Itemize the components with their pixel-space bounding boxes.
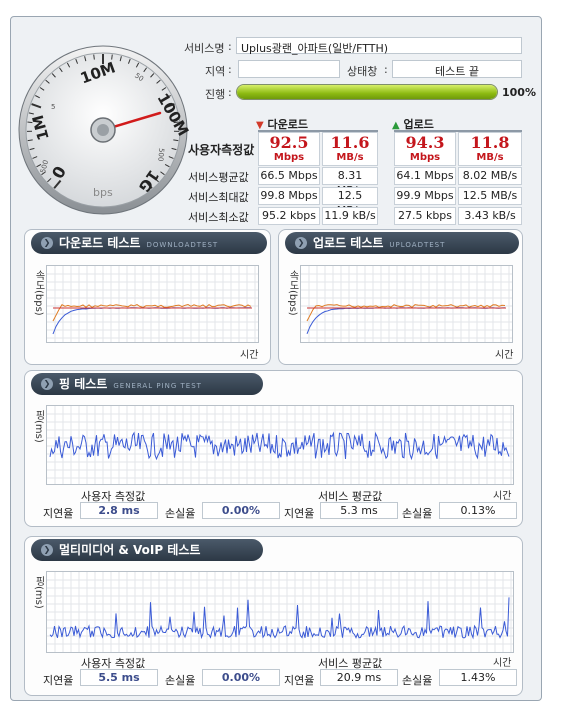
download-test-tab: ❯다운로드 테스트DOWNLOADTEST (31, 232, 267, 254)
gauge-minor-500b: 500 (156, 148, 165, 162)
download-y-label: 속도(bps) (31, 270, 46, 316)
progress-label: 진행 (205, 86, 225, 102)
voip-avg-latency-label: 지연율 (284, 672, 314, 688)
download-user-mbps: 92.5Mbps (258, 132, 320, 166)
chevron-right-icon: ❯ (295, 237, 307, 249)
stat-cell: 66.5 Mbps (258, 167, 320, 185)
ping-avg-latency: 5.3 ms (320, 502, 398, 519)
stat-row-label: 서비스평균값 (188, 169, 249, 185)
stat-cell: 99.9 Mbps (394, 187, 456, 205)
ping-user-loss: 0.00% (202, 502, 280, 519)
ping-avg-loss: 0.13% (439, 502, 517, 519)
stat-cell: 3.43 kB/s (458, 207, 522, 225)
service-name-label: 서비스명 (184, 40, 224, 56)
status-label: 상태창 (347, 63, 377, 79)
voip-user-latency: 5.5 ms (80, 669, 158, 686)
voip-user-latency-label: 지연율 (43, 672, 73, 688)
speed-gauge: 0 1M 10M 100M 1G 500 5 50 500 bps (17, 26, 192, 224)
stat-cell: 27.5 kbps (394, 207, 456, 225)
stat-row-label: 서비스최소값 (188, 209, 249, 225)
progress-percent: 100% (502, 86, 536, 99)
progress-bar (236, 84, 498, 100)
ping-user-loss-label: 손실율 (165, 505, 195, 521)
gauge-minor-5: 5 (51, 103, 55, 111)
region-field (238, 60, 340, 78)
upload-chart (300, 265, 513, 343)
region-label: 지역 (205, 63, 225, 79)
stat-row-label: 서비스최대값 (188, 189, 249, 205)
user-measured-label: 사용자측정값 (188, 141, 254, 158)
download-user-mbs: 11.6MB/s (322, 132, 378, 166)
ping-chart (46, 405, 514, 485)
gauge-unit: bps (93, 186, 113, 199)
ping-avg-loss-label: 손실율 (402, 505, 432, 521)
voip-test-tab: ❯멀티미디어 & VoIP 테스트 (31, 539, 263, 561)
voip-chart (46, 571, 514, 653)
download-chart (46, 265, 259, 343)
upload-test-tab: ❯업로드 테스트UPLOADTEST (285, 232, 519, 254)
voip-user-loss: 0.00% (202, 669, 280, 686)
gauge-tick (94, 55, 95, 60)
download-x-label: 시간 (240, 346, 258, 361)
voip-y-label: 핑(ms) (31, 576, 46, 609)
chevron-right-icon: ❯ (41, 378, 53, 390)
upload-x-label: 시간 (495, 346, 513, 361)
stat-cell: 99.8 Mbps (258, 187, 320, 205)
ping-y-label: 핑(ms) (31, 410, 46, 443)
ping-user-latency-label: 지연율 (43, 505, 73, 521)
voip-user-loss-label: 손실율 (165, 672, 195, 688)
ping-test-tab: ❯핑 테스트GENERAL PING TEST (31, 373, 263, 395)
status-field: 테스트 끝 (392, 60, 522, 78)
chevron-right-icon: ❯ (41, 544, 53, 556)
avg-speed-line (307, 305, 505, 321)
chevron-right-icon: ❯ (41, 237, 53, 249)
gauge-tick (173, 140, 178, 141)
stat-cell: 8.31 MB/s (322, 167, 378, 185)
gauge-tick (28, 140, 33, 141)
voip-avg-latency: 20.9 ms (320, 669, 398, 686)
upload-user-mbs: 11.8MB/s (458, 132, 522, 166)
stat-cell: 95.2 kbps (258, 207, 320, 225)
upload-user-mbps: 94.3Mbps (394, 132, 456, 166)
avg-speed-line (53, 305, 251, 322)
ping-user-latency: 2.8 ms (80, 502, 158, 519)
stat-cell: 8.02 MB/s (458, 167, 522, 185)
stat-cell: 12.5 MB/s (458, 187, 522, 205)
speedtest-window: 0 1M 10M 100M 1G 500 5 50 500 bps 서비스명 :… (0, 0, 563, 699)
voip-avg-loss: 1.43% (439, 669, 517, 686)
service-name-field: Uplus광랜_아파트(일반/FTTH) (236, 37, 522, 54)
stat-cell: 64.1 Mbps (394, 167, 456, 185)
stat-cell: 12.5 MB/s (322, 187, 378, 205)
ping-avg-latency-label: 지연율 (284, 505, 314, 521)
upload-header: ▲ 업로드 (392, 116, 434, 130)
voip-avg-loss-label: 손실율 (402, 672, 432, 688)
ping-x-label: 시간 (493, 487, 511, 502)
stat-cell: 11.9 kB/s (322, 207, 378, 225)
download-header: ▼ 다운로드 (256, 116, 308, 130)
voip-x-label: 시간 (493, 654, 511, 669)
upload-y-label: 속도(bps) (285, 270, 300, 316)
progress-fill (237, 85, 497, 99)
